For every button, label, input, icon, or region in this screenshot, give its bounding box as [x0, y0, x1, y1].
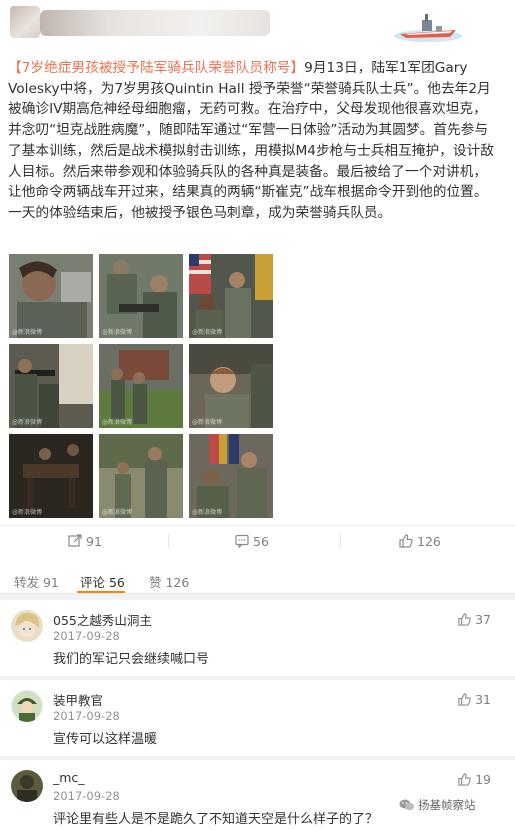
tab-comment[interactable]: 评论 56: [80, 572, 125, 591]
comment-text: 宣传可以这样温暖: [53, 732, 158, 747]
photo-watermark: @新浪微博: [102, 419, 133, 426]
avatar[interactable]: [11, 770, 43, 802]
post-action-bar: 91 56 126: [0, 525, 515, 555]
wechat-watermark: 扬基帧察站: [399, 797, 476, 813]
comment-item: _mc_ 2017-09-28 评论里有些人是不是跪久了不知道天空是什么样子的了…: [0, 760, 515, 830]
soldier-avatar-icon: [11, 690, 43, 722]
post-body: 【7岁绝症男孩被授予陆军骑兵队荣誉队员称号】9月13日，陆军1军团Gary Vo…: [8, 58, 500, 224]
comment-like-count: 31: [475, 692, 491, 707]
comment-item: 055之越秀山洞主 2017-09-28 我们的军记只会继续喊口号 37: [0, 600, 515, 676]
avatar[interactable]: [11, 690, 43, 722]
photo-image: [189, 434, 273, 518]
anime-girl-avatar-icon: [11, 610, 43, 642]
comment-icon: [235, 534, 249, 548]
photo-image: [189, 344, 273, 428]
photo-watermark: @新浪微博: [102, 329, 133, 336]
post-photo-3[interactable]: @新浪微博: [189, 254, 273, 338]
comment-author[interactable]: 055之越秀山洞主: [53, 610, 152, 629]
author-avatar-blurred[interactable]: [10, 6, 40, 38]
photo-watermark: @新浪微博: [12, 329, 43, 336]
photo-image: [99, 254, 183, 338]
comment-tabs: 转发 91 评论 56 赞 126: [0, 560, 515, 594]
comment-button[interactable]: 56: [235, 532, 269, 550]
post-body-text: 9月13日，陆军1军团Gary Volesky中将，为7岁男孩Quintin H…: [8, 60, 494, 221]
post-photo-4[interactable]: @新浪微博: [9, 344, 93, 428]
comment-author[interactable]: _mc_: [53, 770, 85, 785]
thumbs-up-icon: [458, 773, 471, 786]
repost-count: 91: [86, 533, 102, 549]
author-name-blurred[interactable]: [40, 10, 270, 36]
comment-count: 56: [253, 533, 269, 549]
comment-like-count: 37: [475, 612, 491, 627]
photo-image: [9, 254, 93, 338]
photo-watermark: @新浪微博: [192, 509, 223, 516]
action-divider: [168, 534, 169, 548]
photo-watermark: @新浪微博: [12, 419, 43, 426]
comment-date: 2017-09-28: [53, 709, 120, 723]
ship-badge-icon: [394, 14, 462, 42]
comment-like-count: 19: [475, 772, 491, 787]
comment-item: 装甲教官 2017-09-28 宣传可以这样温暖 31: [0, 680, 515, 756]
wechat-icon: [399, 799, 414, 811]
post-photo-9[interactable]: @新浪微博: [189, 434, 273, 518]
thumbs-up-icon: [458, 693, 471, 706]
avatar[interactable]: [11, 610, 43, 642]
photo-image: [99, 344, 183, 428]
post-topic-tag[interactable]: 【7岁绝症男孩被授予陆军骑兵队荣誉队员称号】: [8, 60, 304, 76]
photo-image: [99, 434, 183, 518]
like-button[interactable]: 126: [399, 532, 441, 550]
thumbs-up-icon: [399, 534, 413, 548]
post-photo-5[interactable]: @新浪微博: [99, 344, 183, 428]
active-tab-indicator: [77, 591, 125, 593]
photo-grid: @新浪微博 @新浪微博 @新浪微博 @新浪微博 @新浪微博 @新浪微博 @新浪微…: [9, 254, 273, 518]
post-photo-1[interactable]: @新浪微博: [9, 254, 93, 338]
photo-watermark: @新浪微博: [192, 419, 223, 426]
watermark-label: 扬基帧察站: [418, 798, 476, 812]
comment-author[interactable]: 装甲教官: [53, 690, 103, 709]
weibo-post: 【7岁绝症男孩被授予陆军骑兵队荣誉队员称号】9月13日，陆军1军团Gary Vo…: [0, 0, 515, 555]
post-header: [0, 0, 515, 52]
photo-watermark: @新浪微博: [102, 509, 133, 516]
repost-button[interactable]: 91: [68, 532, 102, 550]
comment-like-button[interactable]: 19: [458, 772, 491, 787]
tab-repost[interactable]: 转发 91: [14, 572, 59, 591]
comment-date: 2017-09-28: [53, 629, 120, 643]
action-divider: [340, 534, 341, 548]
post-photo-7[interactable]: @新浪微博: [9, 434, 93, 518]
comment-date: 2017-09-28: [53, 789, 120, 803]
tab-like[interactable]: 赞 126: [149, 572, 189, 591]
comment-text: 我们的军记只会继续喊口号: [53, 652, 210, 667]
comment-like-button[interactable]: 31: [458, 692, 491, 707]
photo-image: [9, 434, 93, 518]
post-photo-8[interactable]: @新浪微博: [99, 434, 183, 518]
repost-icon: [68, 534, 82, 547]
photo-watermark: @新浪微博: [12, 509, 43, 516]
like-count: 126: [417, 533, 441, 549]
comment-text: 评论里有些人是不是跪久了不知道天空是什么样子的了？: [53, 812, 379, 827]
post-photo-6[interactable]: @新浪微博: [189, 344, 273, 428]
post-photo-2[interactable]: @新浪微博: [99, 254, 183, 338]
comment-section: 转发 91 评论 56 赞 126 055之越秀山洞主 2017-09-28 我…: [0, 560, 515, 830]
photo-watermark: @新浪微博: [192, 329, 223, 336]
thumbs-up-icon: [458, 613, 471, 626]
photo-image: [189, 254, 273, 338]
photo-image: [9, 344, 93, 428]
comment-like-button[interactable]: 37: [458, 612, 491, 627]
dark-figure-avatar-icon: [11, 770, 43, 802]
